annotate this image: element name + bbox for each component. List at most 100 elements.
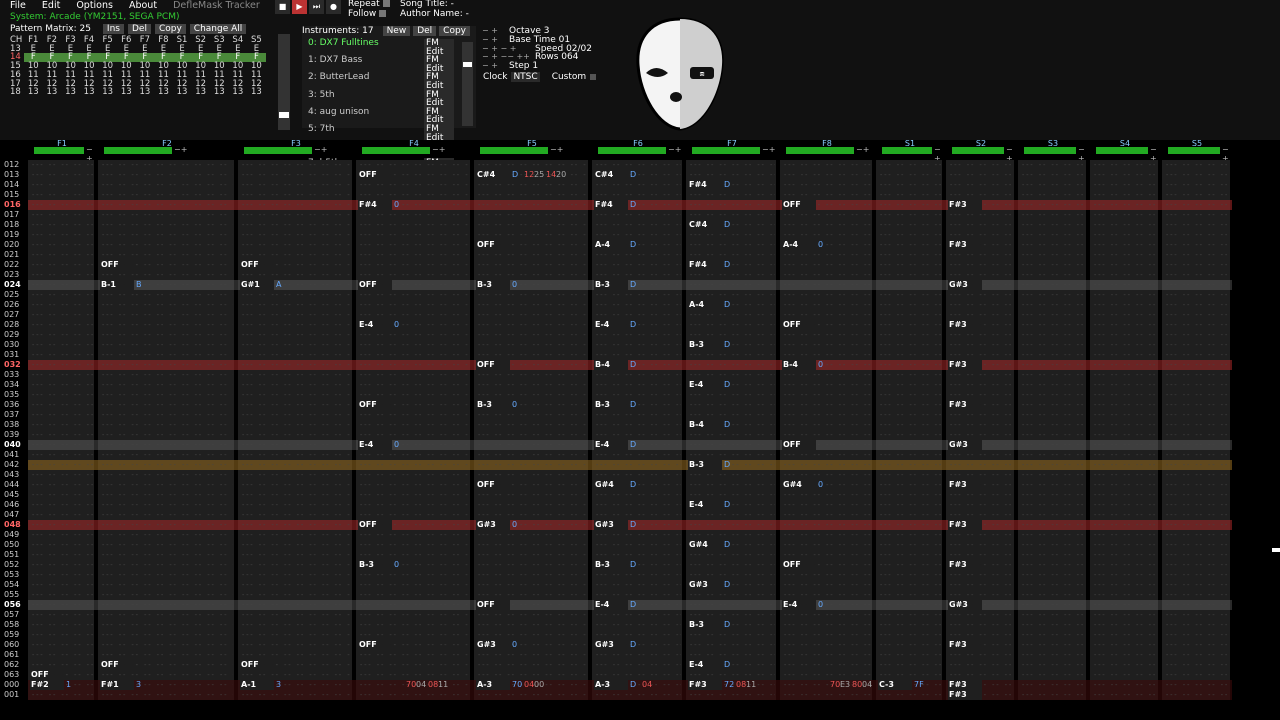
note-cell[interactable]: OFF xyxy=(241,660,259,670)
empty-cell[interactable]: --- -- -- -- -- -- -- -- -- -- -- xyxy=(477,270,587,280)
empty-cell[interactable]: --- -- -- -- -- -- -- -- -- -- -- xyxy=(1165,350,1229,360)
note-cell[interactable]: OFF xyxy=(359,280,377,290)
empty-cell[interactable]: --- -- -- -- -- -- -- -- -- -- -- xyxy=(477,340,587,350)
empty-cell[interactable]: --- -- -- -- -- -- -- -- -- -- -- xyxy=(879,460,941,470)
empty-cell[interactable]: --- -- -- -- -- -- -- -- -- -- -- xyxy=(1165,290,1229,300)
instrument-cell[interactable]: D xyxy=(630,560,636,570)
effect-cell[interactable]: 04 xyxy=(642,680,652,690)
empty-cell[interactable]: --- -- -- -- -- -- -- -- -- -- -- xyxy=(879,230,941,240)
empty-cell[interactable]: --- -- -- -- -- -- -- -- -- -- -- xyxy=(783,170,871,180)
note-cell[interactable]: OFF xyxy=(359,520,377,530)
instrument-cell[interactable]: D xyxy=(724,540,730,550)
empty-cell[interactable]: --- -- -- -- -- -- -- -- -- -- -- xyxy=(1093,210,1157,220)
pm-cell[interactable]: 13 xyxy=(80,88,99,97)
note-cell[interactable]: G#3 xyxy=(949,600,968,610)
effect-cell[interactable]: 14 xyxy=(546,170,556,180)
empty-cell[interactable]: --- -- -- -- -- -- -- -- -- -- -- xyxy=(949,220,1013,230)
empty-cell[interactable]: --- -- -- -- -- -- -- -- -- -- -- xyxy=(101,400,233,410)
empty-cell[interactable]: --- -- -- -- -- -- -- -- -- -- -- xyxy=(1165,540,1229,550)
empty-cell[interactable]: --- -- -- -- -- -- -- -- -- -- -- xyxy=(689,170,775,180)
empty-cell[interactable]: --- -- -- -- -- -- -- -- -- -- -- xyxy=(31,570,93,580)
empty-cell[interactable]: --- -- -- -- -- -- -- -- -- -- -- xyxy=(1021,550,1085,560)
note-cell[interactable]: F#3 xyxy=(949,200,967,210)
empty-cell[interactable]: --- -- -- -- -- -- -- -- -- -- -- xyxy=(689,600,775,610)
note-cell[interactable]: A-4 xyxy=(689,300,704,310)
empty-cell[interactable]: --- -- -- -- -- -- -- -- -- -- -- xyxy=(595,510,681,520)
empty-cell[interactable]: --- -- -- -- -- -- -- -- -- -- -- xyxy=(1165,250,1229,260)
empty-cell[interactable]: --- -- -- -- -- -- -- -- -- -- -- xyxy=(359,300,469,310)
empty-cell[interactable]: --- -- -- -- -- -- -- -- -- -- -- xyxy=(1093,170,1157,180)
empty-cell[interactable]: --- -- -- -- -- -- -- -- -- -- -- xyxy=(241,330,351,340)
empty-cell[interactable]: --- -- -- -- -- -- -- -- -- -- -- xyxy=(595,380,681,390)
empty-cell[interactable]: --- -- -- -- -- -- -- -- -- -- -- xyxy=(783,490,871,500)
empty-cell[interactable]: --- -- -- -- -- -- -- -- -- -- -- xyxy=(783,660,871,670)
empty-cell[interactable]: --- -- -- -- -- -- -- -- -- -- -- xyxy=(241,230,351,240)
note-cell[interactable]: B-3 xyxy=(595,280,610,290)
empty-cell[interactable]: --- -- -- -- -- -- -- -- -- -- -- xyxy=(31,250,93,260)
empty-cell[interactable]: --- -- -- -- -- -- -- -- -- -- -- xyxy=(101,450,233,460)
note-cell[interactable]: E-4 xyxy=(359,440,373,450)
empty-cell[interactable]: --- -- -- -- -- -- -- -- -- -- -- xyxy=(1093,360,1157,370)
instrument-cell[interactable]: D xyxy=(724,220,730,230)
empty-cell[interactable]: --- -- -- -- -- -- -- -- -- -- -- xyxy=(31,470,93,480)
empty-cell[interactable]: --- -- -- -- -- -- -- -- -- -- -- xyxy=(595,570,681,580)
empty-cell[interactable]: --- -- -- -- -- -- -- -- -- -- -- xyxy=(359,450,469,460)
empty-cell[interactable]: --- -- -- -- -- -- -- -- -- -- -- xyxy=(783,180,871,190)
empty-cell[interactable]: --- -- -- -- -- -- -- -- -- -- -- xyxy=(879,290,941,300)
empty-cell[interactable]: --- -- -- -- -- -- -- -- -- -- -- xyxy=(1093,510,1157,520)
instrument-cell[interactable]: 0 xyxy=(512,400,517,410)
note-cell[interactable]: B-3 xyxy=(595,400,610,410)
empty-cell[interactable]: --- -- -- -- -- -- -- -- -- -- -- xyxy=(101,650,233,660)
empty-cell[interactable]: --- -- -- -- -- -- -- -- -- -- -- xyxy=(359,510,469,520)
instrument-cell[interactable]: D xyxy=(630,640,636,650)
empty-cell[interactable]: --- -- -- -- -- -- -- -- -- -- -- xyxy=(1021,630,1085,640)
empty-cell[interactable]: --- -- -- -- -- -- -- -- -- -- -- xyxy=(1093,240,1157,250)
empty-cell[interactable]: --- -- -- -- -- -- -- -- -- -- -- xyxy=(1093,310,1157,320)
instrument-cell[interactable]: 0 xyxy=(394,440,399,450)
empty-cell[interactable]: --- -- -- -- -- -- -- -- -- -- -- xyxy=(1093,630,1157,640)
empty-cell[interactable]: --- -- -- -- -- -- -- -- -- -- -- xyxy=(101,600,233,610)
empty-cell[interactable]: --- -- -- -- -- -- -- -- -- -- -- xyxy=(1093,440,1157,450)
channel-f7[interactable]: F7 −+ xyxy=(686,139,778,158)
empty-cell[interactable]: --- -- -- -- -- -- -- -- -- -- -- xyxy=(359,240,469,250)
empty-cell[interactable]: --- -- -- -- -- -- -- -- -- -- -- xyxy=(879,590,941,600)
empty-cell[interactable]: --- -- -- -- -- -- -- -- -- -- -- xyxy=(949,170,1013,180)
empty-cell[interactable]: --- -- -- -- -- -- -- -- -- -- -- xyxy=(1021,300,1085,310)
empty-cell[interactable]: --- -- -- -- -- -- -- -- -- -- -- xyxy=(1165,680,1229,690)
empty-cell[interactable]: --- -- -- -- -- -- -- -- -- -- -- xyxy=(241,360,351,370)
empty-cell[interactable]: --- -- -- -- -- -- -- -- -- -- -- xyxy=(241,450,351,460)
empty-cell[interactable]: --- -- -- -- -- -- -- -- -- -- -- xyxy=(477,430,587,440)
empty-cell[interactable]: --- -- -- -- -- -- -- -- -- -- -- xyxy=(1021,560,1085,570)
empty-cell[interactable]: --- -- -- -- -- -- -- -- -- -- -- xyxy=(783,270,871,280)
note-cell[interactable]: B-3 xyxy=(689,340,704,350)
empty-cell[interactable]: --- -- -- -- -- -- -- -- -- -- -- xyxy=(1165,580,1229,590)
empty-cell[interactable]: --- -- -- -- -- -- -- -- -- -- -- xyxy=(477,450,587,460)
empty-cell[interactable]: --- -- -- -- -- -- -- -- -- -- -- xyxy=(949,550,1013,560)
empty-cell[interactable]: --- -- -- -- -- -- -- -- -- -- -- xyxy=(101,510,233,520)
empty-cell[interactable]: --- -- -- -- -- -- -- -- -- -- -- xyxy=(359,340,469,350)
pm-cell[interactable]: 13 xyxy=(136,88,155,97)
empty-cell[interactable]: --- -- -- -- -- -- -- -- -- -- -- xyxy=(359,420,469,430)
empty-cell[interactable]: --- -- -- -- -- -- -- -- -- -- -- xyxy=(1165,260,1229,270)
empty-cell[interactable]: --- -- -- -- -- -- -- -- -- -- -- xyxy=(241,620,351,630)
note-cell[interactable]: OFF xyxy=(783,320,801,330)
empty-cell[interactable]: --- -- -- -- -- -- -- -- -- -- -- xyxy=(949,260,1013,270)
scroll-thumb[interactable] xyxy=(463,62,472,67)
empty-cell[interactable]: --- -- -- -- -- -- -- -- -- -- -- xyxy=(1093,180,1157,190)
empty-cell[interactable]: --- -- -- -- -- -- -- -- -- -- -- xyxy=(949,500,1013,510)
effect-value-cell[interactable]: 00 xyxy=(534,680,544,690)
note-cell[interactable]: B-3 xyxy=(477,280,492,290)
empty-cell[interactable]: --- -- -- -- -- -- -- -- -- -- -- xyxy=(1093,220,1157,230)
empty-cell[interactable]: --- -- -- -- -- -- -- -- -- -- -- xyxy=(101,320,233,330)
empty-cell[interactable]: --- -- -- -- -- -- -- -- -- -- -- xyxy=(689,470,775,480)
instrument-cell[interactable]: 0 xyxy=(394,560,399,570)
empty-cell[interactable]: --- -- -- -- -- -- -- -- -- -- -- xyxy=(101,470,233,480)
empty-cell[interactable]: --- -- -- -- -- -- -- -- -- -- -- xyxy=(879,690,941,700)
empty-cell[interactable]: --- -- -- -- -- -- -- -- -- -- -- xyxy=(1093,160,1157,170)
empty-cell[interactable]: --- -- -- -- -- -- -- -- -- -- -- xyxy=(31,540,93,550)
empty-cell[interactable]: --- -- -- -- -- -- -- -- -- -- -- xyxy=(689,360,775,370)
empty-cell[interactable]: --- -- -- -- -- -- -- -- -- -- -- xyxy=(1093,590,1157,600)
empty-cell[interactable]: --- -- -- -- -- -- -- -- -- -- -- xyxy=(783,540,871,550)
empty-cell[interactable]: --- -- -- -- -- -- -- -- -- -- -- xyxy=(31,630,93,640)
empty-cell[interactable]: --- -- -- -- -- -- -- -- -- -- -- xyxy=(1021,270,1085,280)
